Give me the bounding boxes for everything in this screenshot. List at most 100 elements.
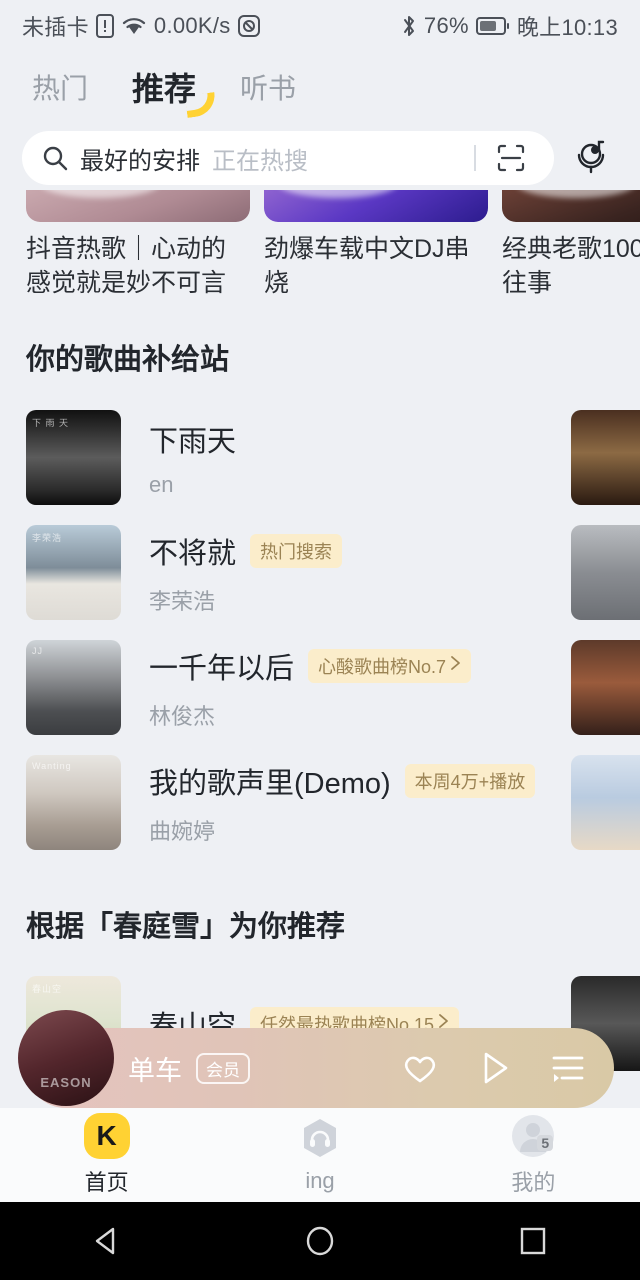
song-cover-text: 李荣浩 <box>32 533 63 543</box>
search-input[interactable]: 最好的安排 正在热搜 <box>22 131 554 185</box>
recents-square-icon[interactable] <box>515 1223 551 1259</box>
song-cover: JJ <box>26 640 121 735</box>
song-title-row: 一千年以后 心酸歌曲榜No.7 <box>149 645 558 687</box>
status-bar: 未插卡 0.00K/s 76% 晚上10:13 <box>0 0 640 52</box>
song-meta: 一千年以后 心酸歌曲榜No.7 林俊杰 <box>121 645 558 731</box>
headphone-icon <box>297 1116 343 1162</box>
back-triangle-icon[interactable] <box>89 1223 125 1259</box>
nav-item-ing[interactable]: ing <box>213 1116 426 1194</box>
song-row[interactable]: 李荣浩 不将就 热门搜索 李荣浩 <box>0 515 640 630</box>
nav-item-ing-label: ing <box>305 1168 335 1193</box>
playlist-card-strip[interactable]: 抖音热歌｜心动的感觉就是妙不可言 劲爆车载中文DJ串烧 经典老歌100首青春往事 <box>0 190 640 302</box>
tab-audiobook-label: 听书 <box>240 73 297 104</box>
wifi-icon <box>121 15 147 37</box>
mini-player-vip-badge: 会员 <box>196 1052 250 1084</box>
section-title-song-supply: 你的歌曲补给站 <box>26 344 230 376</box>
playlist-card-cover <box>502 190 640 222</box>
battery-percent-label: 76% <box>423 13 469 38</box>
clock-label: 晚上10:13 <box>516 15 618 40</box>
playlist-card[interactable]: 经典老歌100首青春往事 <box>502 190 640 302</box>
song-cover-text: 春山空 <box>32 984 63 994</box>
playlist-card[interactable]: 抖音热歌｜心动的感觉就是妙不可言 <box>26 190 250 302</box>
song-cover: Wanting <box>26 755 121 850</box>
tab-audiobook[interactable]: 听书 <box>236 67 300 107</box>
playlist-card-title: 经典老歌100首青春往事 <box>502 235 640 297</box>
app-root: 未插卡 0.00K/s 76% 晚上10:13 热门 推荐 听书 最好的安排 正… <box>0 0 640 1280</box>
song-cover: 李荣浩 <box>26 525 121 620</box>
next-page-song-cover[interactable] <box>571 525 640 620</box>
app-badge-icon <box>237 15 260 37</box>
playlist-icon[interactable] <box>548 1048 588 1088</box>
search-icon <box>42 145 68 171</box>
sim-alert-icon <box>95 14 114 38</box>
song-cover: 下 雨 天 <box>26 410 121 505</box>
next-page-song-cover[interactable] <box>571 755 640 850</box>
android-navigation-bar <box>0 1202 640 1280</box>
mini-player-title: 单车 <box>128 1055 182 1086</box>
top-tabs: 热门 推荐 听书 <box>0 56 640 118</box>
network-speed-label: 0.00K/s <box>153 13 231 38</box>
song-artist: 李荣浩 <box>149 588 216 614</box>
listen-identify-icon[interactable] <box>564 131 618 185</box>
song-row[interactable]: 下 雨 天下雨天 en <box>0 400 640 515</box>
section-title-based-on: 根据「春庭雪」为你推荐 <box>26 911 346 943</box>
nav-item-me-label: 我的 <box>511 1170 556 1195</box>
song-meta: 我的歌声里(Demo) 本周4万+播放曲婉婷 <box>121 760 558 846</box>
playlist-card-title: 劲爆车载中文DJ串烧 <box>264 235 470 297</box>
song-meta: 不将就 热门搜索李荣浩 <box>121 530 558 616</box>
song-title: 下雨天 <box>149 425 237 458</box>
playlist-card-title: 抖音热歌｜心动的感觉就是妙不可言 <box>26 235 227 297</box>
tab-active-underline-icon <box>184 92 218 118</box>
song-title: 我的歌声里(Demo) <box>149 767 391 800</box>
song-title: 一千年以后 <box>149 652 295 685</box>
song-title-row: 不将就 热门搜索 <box>149 530 558 572</box>
kugou-k-icon: K <box>83 1113 130 1159</box>
search-query-text: 最好的安排 <box>80 147 200 175</box>
song-title: 不将就 <box>149 537 237 570</box>
mini-player-actions <box>400 1048 588 1088</box>
song-artist: 曲婉婷 <box>149 818 216 844</box>
carrier-label: 未插卡 <box>22 15 89 40</box>
song-badge: 热门搜索 <box>250 533 343 568</box>
play-icon[interactable] <box>474 1048 514 1088</box>
status-bar-right: 76% 晚上10:13 <box>401 10 618 42</box>
tab-hot-label: 热门 <box>32 73 89 104</box>
status-bar-left: 未插卡 0.00K/s <box>22 10 260 42</box>
song-badge: 本周4万+播放 <box>404 763 536 798</box>
song-meta: 下雨天 en <box>121 418 558 498</box>
search-divider <box>474 145 476 171</box>
home-circle-icon[interactable] <box>302 1223 338 1259</box>
scan-icon[interactable] <box>488 143 534 173</box>
playlist-card-cover <box>264 190 488 222</box>
heart-icon[interactable] <box>400 1048 440 1088</box>
search-row: 最好的安排 正在热搜 <box>0 130 640 186</box>
mini-player-avatar[interactable]: EASON <box>18 1010 114 1106</box>
tab-recommend[interactable]: 推荐 <box>128 64 218 118</box>
nav-item-home[interactable]: K 首页 <box>0 1113 213 1197</box>
song-cover-text: 下 雨 天 <box>32 418 70 428</box>
song-cover-text: JJ <box>32 646 43 656</box>
tab-hot[interactable]: 热门 <box>28 67 92 107</box>
song-badge-label: 心酸歌曲榜No.7 <box>318 656 447 677</box>
nav-item-home-label: 首页 <box>84 1170 129 1195</box>
battery-icon <box>475 16 510 36</box>
chevron-right-icon <box>450 655 461 676</box>
next-page-song-cover[interactable] <box>571 640 640 735</box>
search-hint-text: 正在热搜 <box>212 147 308 175</box>
next-page-song-cover[interactable] <box>571 410 640 505</box>
song-badge[interactable]: 心酸歌曲榜No.7 <box>308 648 472 683</box>
song-artist: en <box>149 471 174 497</box>
song-badge-label: 本周4万+播放 <box>414 771 526 792</box>
bottom-navigation: K 首页 ing 5 我的 <box>0 1108 640 1202</box>
song-list-song-supply: 下 雨 天下雨天 en 李荣浩 不将就 热门搜索 李荣浩 JJ 一千年以后 心酸歌曲榜No.7 林… <box>0 400 640 860</box>
song-row[interactable]: JJ 一千年以后 心酸歌曲榜No.7 林俊杰 <box>0 630 640 745</box>
song-artist: 林俊杰 <box>149 703 216 729</box>
song-row[interactable]: Wanting 我的歌声里(Demo) 本周4万+播放曲婉婷 <box>0 745 640 860</box>
nav-item-me[interactable]: 5 我的 <box>427 1113 640 1197</box>
playlist-card[interactable]: 劲爆车载中文DJ串烧 <box>264 190 488 302</box>
song-title-row: 下雨天 <box>149 418 558 460</box>
bluetooth-icon <box>401 14 417 38</box>
nav-item-me-badge: 5 <box>537 1135 554 1151</box>
song-cover-text: Wanting <box>32 761 72 771</box>
mini-player[interactable]: EASON 单车 会员 <box>18 1010 614 1108</box>
